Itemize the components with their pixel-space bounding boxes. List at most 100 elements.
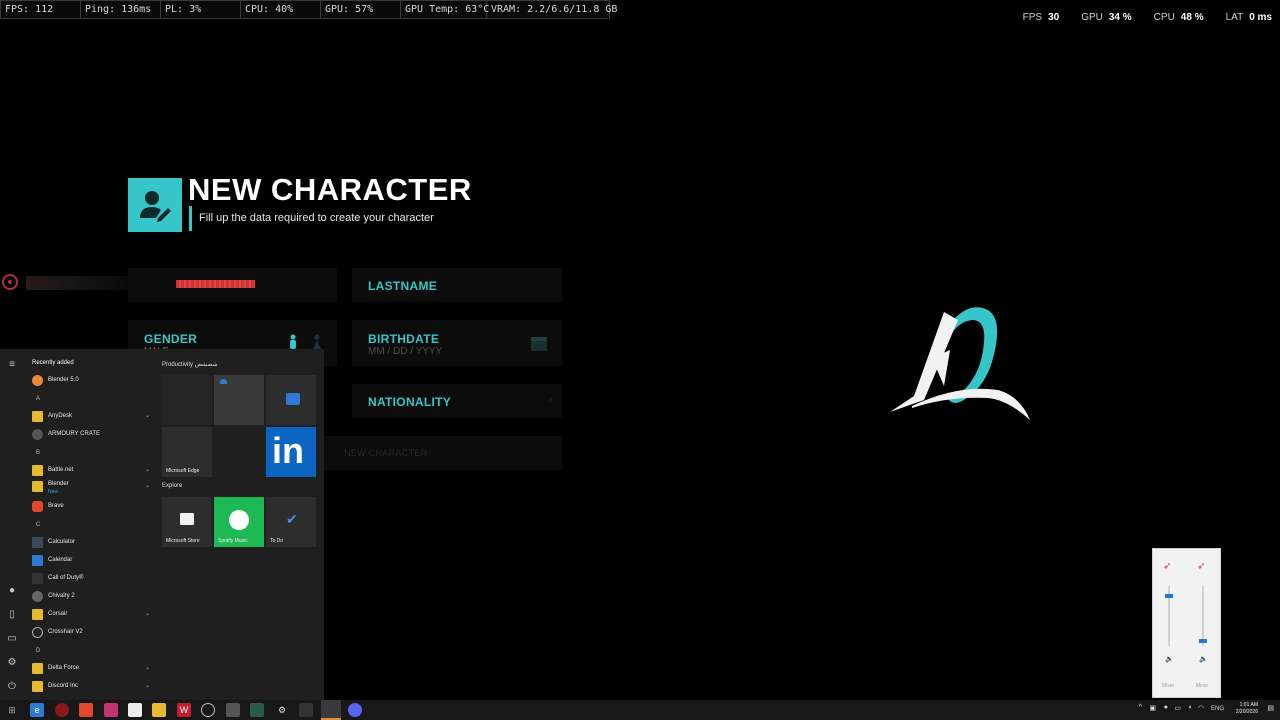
folder-icon	[32, 465, 43, 476]
file-explorer-icon[interactable]	[152, 703, 166, 717]
app-item-discord-inc[interactable]: Discord Inc ⌄	[32, 680, 154, 694]
app-item-corsair[interactable]: Corsair ⌄	[32, 608, 154, 622]
app-icon[interactable]	[104, 703, 118, 717]
mail-icon	[286, 393, 300, 405]
vram-readout: VRAM: 2.2/6.6/11.8 GB	[491, 4, 618, 15]
start-rail: ≡ ● ▯ ▭ ⚙ ⏻	[0, 349, 24, 700]
chivalry-icon	[32, 591, 43, 602]
tile-to-do[interactable]: ✔ To Do	[266, 497, 316, 547]
app-item-call-of-duty[interactable]: Call of Duty®	[32, 572, 154, 586]
clock-date: 2/20/2026	[1235, 709, 1258, 715]
discord-icon[interactable]	[348, 703, 362, 717]
subtitle-accent-bar	[189, 206, 192, 231]
settings-icon[interactable]: ⚙	[275, 703, 289, 717]
mixer-link[interactable]: Mixer	[1162, 683, 1174, 689]
app-item-brave[interactable]: Brave	[32, 500, 154, 514]
chevron-down-icon: ⌄	[144, 683, 150, 689]
calendar-icon[interactable]	[530, 334, 548, 357]
tile-microsoft-edge[interactable]: Microsoft Edge	[162, 427, 212, 477]
glitch-streak	[26, 276, 128, 290]
document-icon[interactable]: ▯	[6, 609, 18, 621]
tile-microsoft-store[interactable]: Microsoft Store	[162, 497, 212, 547]
app-item-armoury-crate[interactable]: ARMOURY CRATE	[32, 428, 154, 442]
birthdate-input[interactable]: MM / DD / YYYY	[368, 346, 442, 357]
pictures-icon[interactable]: ▭	[6, 633, 18, 645]
language-indicator[interactable]: ENG	[1211, 706, 1224, 712]
app-item-delta-force[interactable]: Delta Force ⌄	[32, 662, 154, 676]
app-icon-2[interactable]	[226, 703, 240, 717]
tile-empty-1[interactable]	[162, 375, 212, 425]
nationality-field[interactable]: NATIONALITY ›	[352, 384, 562, 418]
chevron-down-icon: ⌄	[144, 483, 150, 489]
new-badge: New	[48, 489, 59, 495]
mixer-link[interactable]: Mixer	[1196, 683, 1208, 689]
section-letter-a[interactable]: A	[36, 396, 40, 402]
lastname-field[interactable]: LASTNAME	[352, 268, 562, 302]
tile-linkedin[interactable]: in	[266, 427, 316, 477]
birthdate-field[interactable]: BIRTHDATE MM / DD / YYYY	[352, 320, 562, 366]
blender-icon	[32, 375, 43, 386]
tray-app-icon[interactable]: ▣	[1149, 704, 1156, 712]
page-subtitle: Fill up the data required to create your…	[199, 212, 434, 224]
start-menu: ≡ ● ▯ ▭ ⚙ ⏻ Recently added Blender 5.0 A…	[0, 349, 324, 700]
speaker-icon[interactable]: 🔈	[1165, 655, 1174, 663]
app-item-calculator[interactable]: Calculator	[32, 536, 154, 550]
checkmark-icon: ✔	[286, 511, 298, 527]
app-item-anydesk[interactable]: AnyDesk ⌄	[32, 410, 154, 424]
app-item-blender[interactable]: Blender New ⌄	[32, 480, 154, 495]
section-letter-d[interactable]: D	[36, 648, 40, 654]
spotify-icon	[229, 510, 249, 530]
explore-group-header[interactable]: Explore	[162, 483, 182, 489]
volume-slider-thumb-2[interactable]	[1199, 639, 1207, 643]
app-item-calendar[interactable]: Calendar	[32, 554, 154, 568]
start-icon[interactable]: ⊞	[5, 703, 19, 717]
app-item-blender-5[interactable]: Blender 5.0	[32, 374, 154, 388]
app-icon-3[interactable]	[299, 703, 313, 717]
ping-readout: Ping: 136ms	[81, 1, 161, 18]
birthdate-label: BIRTHDATE	[368, 332, 440, 346]
brave-icon[interactable]	[79, 703, 93, 717]
wps-icon[interactable]: W	[177, 703, 191, 717]
hamburger-icon[interactable]: ≡	[6, 359, 18, 371]
clock[interactable]: 1:01 AM 2/20/2026	[1236, 702, 1258, 716]
notification-icon[interactable]: ▤	[1267, 704, 1274, 712]
app-item-battlenet[interactable]: Battle.net ⌄	[32, 464, 154, 478]
section-letter-c[interactable]: C	[36, 522, 40, 528]
volume-mixer: ➶ 🔈 Mixer ➶ 🔈 Mixer	[1152, 548, 1221, 698]
game-launcher-icon[interactable]	[55, 703, 69, 717]
tile-onedrive[interactable]	[214, 375, 264, 425]
productivity-group-header[interactable]: Productivity شصشص	[162, 361, 218, 368]
user-avatar-icon[interactable]: ●	[6, 585, 18, 597]
chevron-up-icon[interactable]: ^	[1139, 704, 1142, 711]
pinned-tiles: Productivity شصشص Microsoft Edge in Expl…	[162, 349, 322, 700]
settings-icon[interactable]: ⚙	[6, 657, 18, 669]
volume-slider-1[interactable]	[1165, 586, 1173, 646]
crosshair-icon[interactable]	[201, 703, 215, 717]
speaker-icon[interactable]: 🔈	[1199, 655, 1208, 663]
section-letter-b[interactable]: B	[36, 450, 40, 456]
network-icon[interactable]: ▭	[1174, 704, 1181, 712]
terminal-icon[interactable]	[250, 703, 264, 717]
power-icon[interactable]: ⏻	[6, 681, 18, 693]
edge-icon[interactable]: e	[30, 703, 44, 717]
steam-icon[interactable]	[321, 700, 341, 720]
tile-spotify[interactable]: Spotify Music	[214, 497, 264, 547]
folder-icon	[32, 481, 43, 492]
folder-icon	[32, 609, 43, 620]
fps-stat: FPS 30	[1022, 12, 1060, 23]
mic-icon[interactable]: ●	[1164, 704, 1168, 711]
crosshair-icon	[32, 627, 43, 638]
app-item-crosshair-v2[interactable]: Crosshair V2	[32, 626, 154, 640]
volume-slider-2[interactable]	[1199, 586, 1207, 646]
app-item-chivalry-2[interactable]: Chivalry 2	[32, 590, 154, 604]
mixer-channel-2: ➶ 🔈 Mixer	[1187, 549, 1221, 699]
cpu-stat: CPU 48 %	[1153, 12, 1204, 23]
volume-icon[interactable]: ◖	[1188, 704, 1192, 711]
store-icon[interactable]	[128, 703, 142, 717]
cpu-readout: CPU: 40%	[241, 1, 321, 18]
volume-slider-thumb-1[interactable]	[1165, 594, 1173, 598]
tile-mail[interactable]	[266, 375, 316, 425]
wifi-icon[interactable]: ◠	[1198, 704, 1204, 712]
create-character-button[interactable]: NEW CHARACTER	[324, 436, 562, 470]
chevron-down-icon: ⌄	[144, 611, 150, 617]
